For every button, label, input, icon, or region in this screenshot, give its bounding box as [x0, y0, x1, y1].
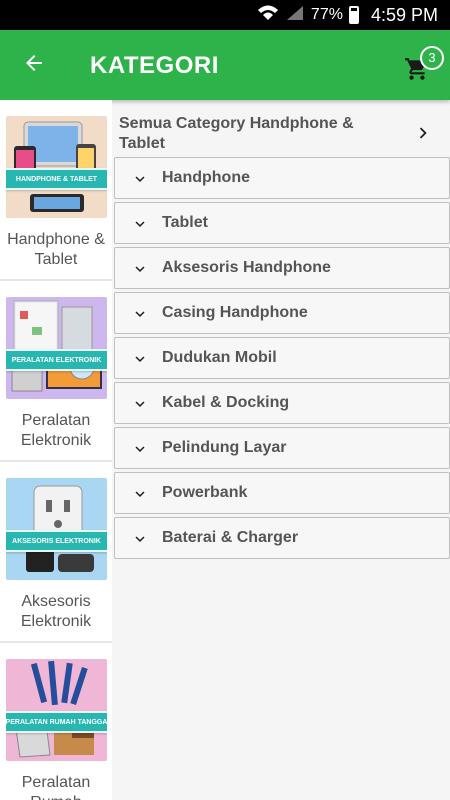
category-image: AKSESORIS ELEKTRONIK — [6, 478, 107, 580]
category-sidebar: HANDPHONE & TABLET Handphone & Tablet PE… — [0, 100, 112, 800]
sidebar-item-aksesoris-elektronik[interactable]: AKSESORIS ELEKTRONIK Aksesoris Elektroni… — [0, 462, 112, 643]
category-banner: PERALATAN ELEKTRONIK — [6, 349, 107, 371]
subcategory-label: Pelindung Layar — [162, 439, 287, 456]
chevron-down-icon — [131, 170, 149, 188]
subcategory-label: Baterai & Charger — [162, 529, 299, 546]
subcategory-label: Aksesoris Handphone — [162, 259, 331, 276]
category-image: PERALATAN ELEKTRONIK — [6, 297, 107, 399]
status-bar: 77% 4:59 PM — [0, 0, 450, 30]
sidebar-item-label: Handphone & Tablet — [7, 231, 105, 268]
sidebar-item-peralatan-rumah[interactable]: PERALATAN RUMAH TANGGA Peralatan Rumah — [0, 643, 112, 800]
chevron-down-icon — [131, 305, 149, 323]
all-category-label: Semua Category Handphone & Tablet — [119, 115, 354, 152]
back-arrow-icon[interactable] — [16, 48, 52, 84]
subcategory-row[interactable]: Pelindung Layar — [114, 427, 450, 469]
subcategory-row[interactable]: Tablet — [114, 202, 450, 244]
battery-icon — [348, 6, 359, 24]
subcategory-row[interactable]: Dudukan Mobil — [114, 337, 450, 379]
subcategory-label: Kabel & Docking — [162, 394, 290, 411]
chevron-down-icon — [131, 350, 149, 368]
clock: 4:59 PM — [370, 4, 438, 25]
subcategory-row[interactable]: Aksesoris Handphone — [114, 247, 450, 289]
sidebar-item-label: Peralatan Rumah — [21, 774, 91, 800]
chevron-right-icon — [412, 122, 434, 144]
chevron-down-icon — [131, 440, 149, 458]
wifi-icon — [257, 4, 279, 27]
subcategory-label: Dudukan Mobil — [162, 349, 277, 366]
subcategory-label: Handphone — [162, 169, 250, 186]
chevron-down-icon — [131, 395, 149, 413]
subcategory-panel: Semua Category Handphone & Tablet Handph… — [112, 100, 450, 800]
category-image: HANDPHONE & TABLET — [6, 116, 107, 218]
subcategory-row[interactable]: Kabel & Docking — [114, 382, 450, 424]
subcategory-list: Handphone Tablet Aksesoris Handphone Cas… — [114, 157, 450, 562]
subcategory-label: Powerbank — [162, 484, 248, 501]
subcategory-label: Casing Handphone — [162, 304, 308, 321]
all-category-link[interactable]: Semua Category Handphone & Tablet — [112, 114, 450, 158]
app-bar: KATEGORI 3 — [0, 30, 450, 100]
chevron-down-icon — [131, 260, 149, 278]
chevron-down-icon — [131, 215, 149, 233]
subcategory-label: Tablet — [162, 214, 208, 231]
subcategory-row[interactable]: Handphone — [114, 157, 450, 199]
chevron-down-icon — [131, 530, 149, 548]
chevron-down-icon — [131, 485, 149, 503]
sidebar-item-label: Peralatan Elektronik — [20, 412, 92, 449]
sidebar-item-label: Aksesoris Elektronik — [20, 593, 92, 630]
sidebar-item-peralatan-elektronik[interactable]: PERALATAN ELEKTRONIK Peralatan Elektroni… — [0, 281, 112, 462]
subcategory-row[interactable]: Baterai & Charger — [114, 517, 450, 559]
page-title: KATEGORI — [90, 52, 219, 79]
signal-icon — [285, 4, 305, 27]
cart-count-badge: 3 — [420, 46, 444, 70]
subcategory-row[interactable]: Casing Handphone — [114, 292, 450, 334]
category-banner: HANDPHONE & TABLET — [6, 168, 107, 190]
sidebar-item-handphone-tablet[interactable]: HANDPHONE & TABLET Handphone & Tablet — [0, 100, 112, 281]
category-banner: AKSESORIS ELEKTRONIK — [6, 530, 107, 552]
category-banner: PERALATAN RUMAH TANGGA — [6, 711, 107, 733]
battery-percent: 77% — [310, 6, 343, 23]
subcategory-row[interactable]: Powerbank — [114, 472, 450, 514]
category-image: PERALATAN RUMAH TANGGA — [6, 659, 107, 761]
